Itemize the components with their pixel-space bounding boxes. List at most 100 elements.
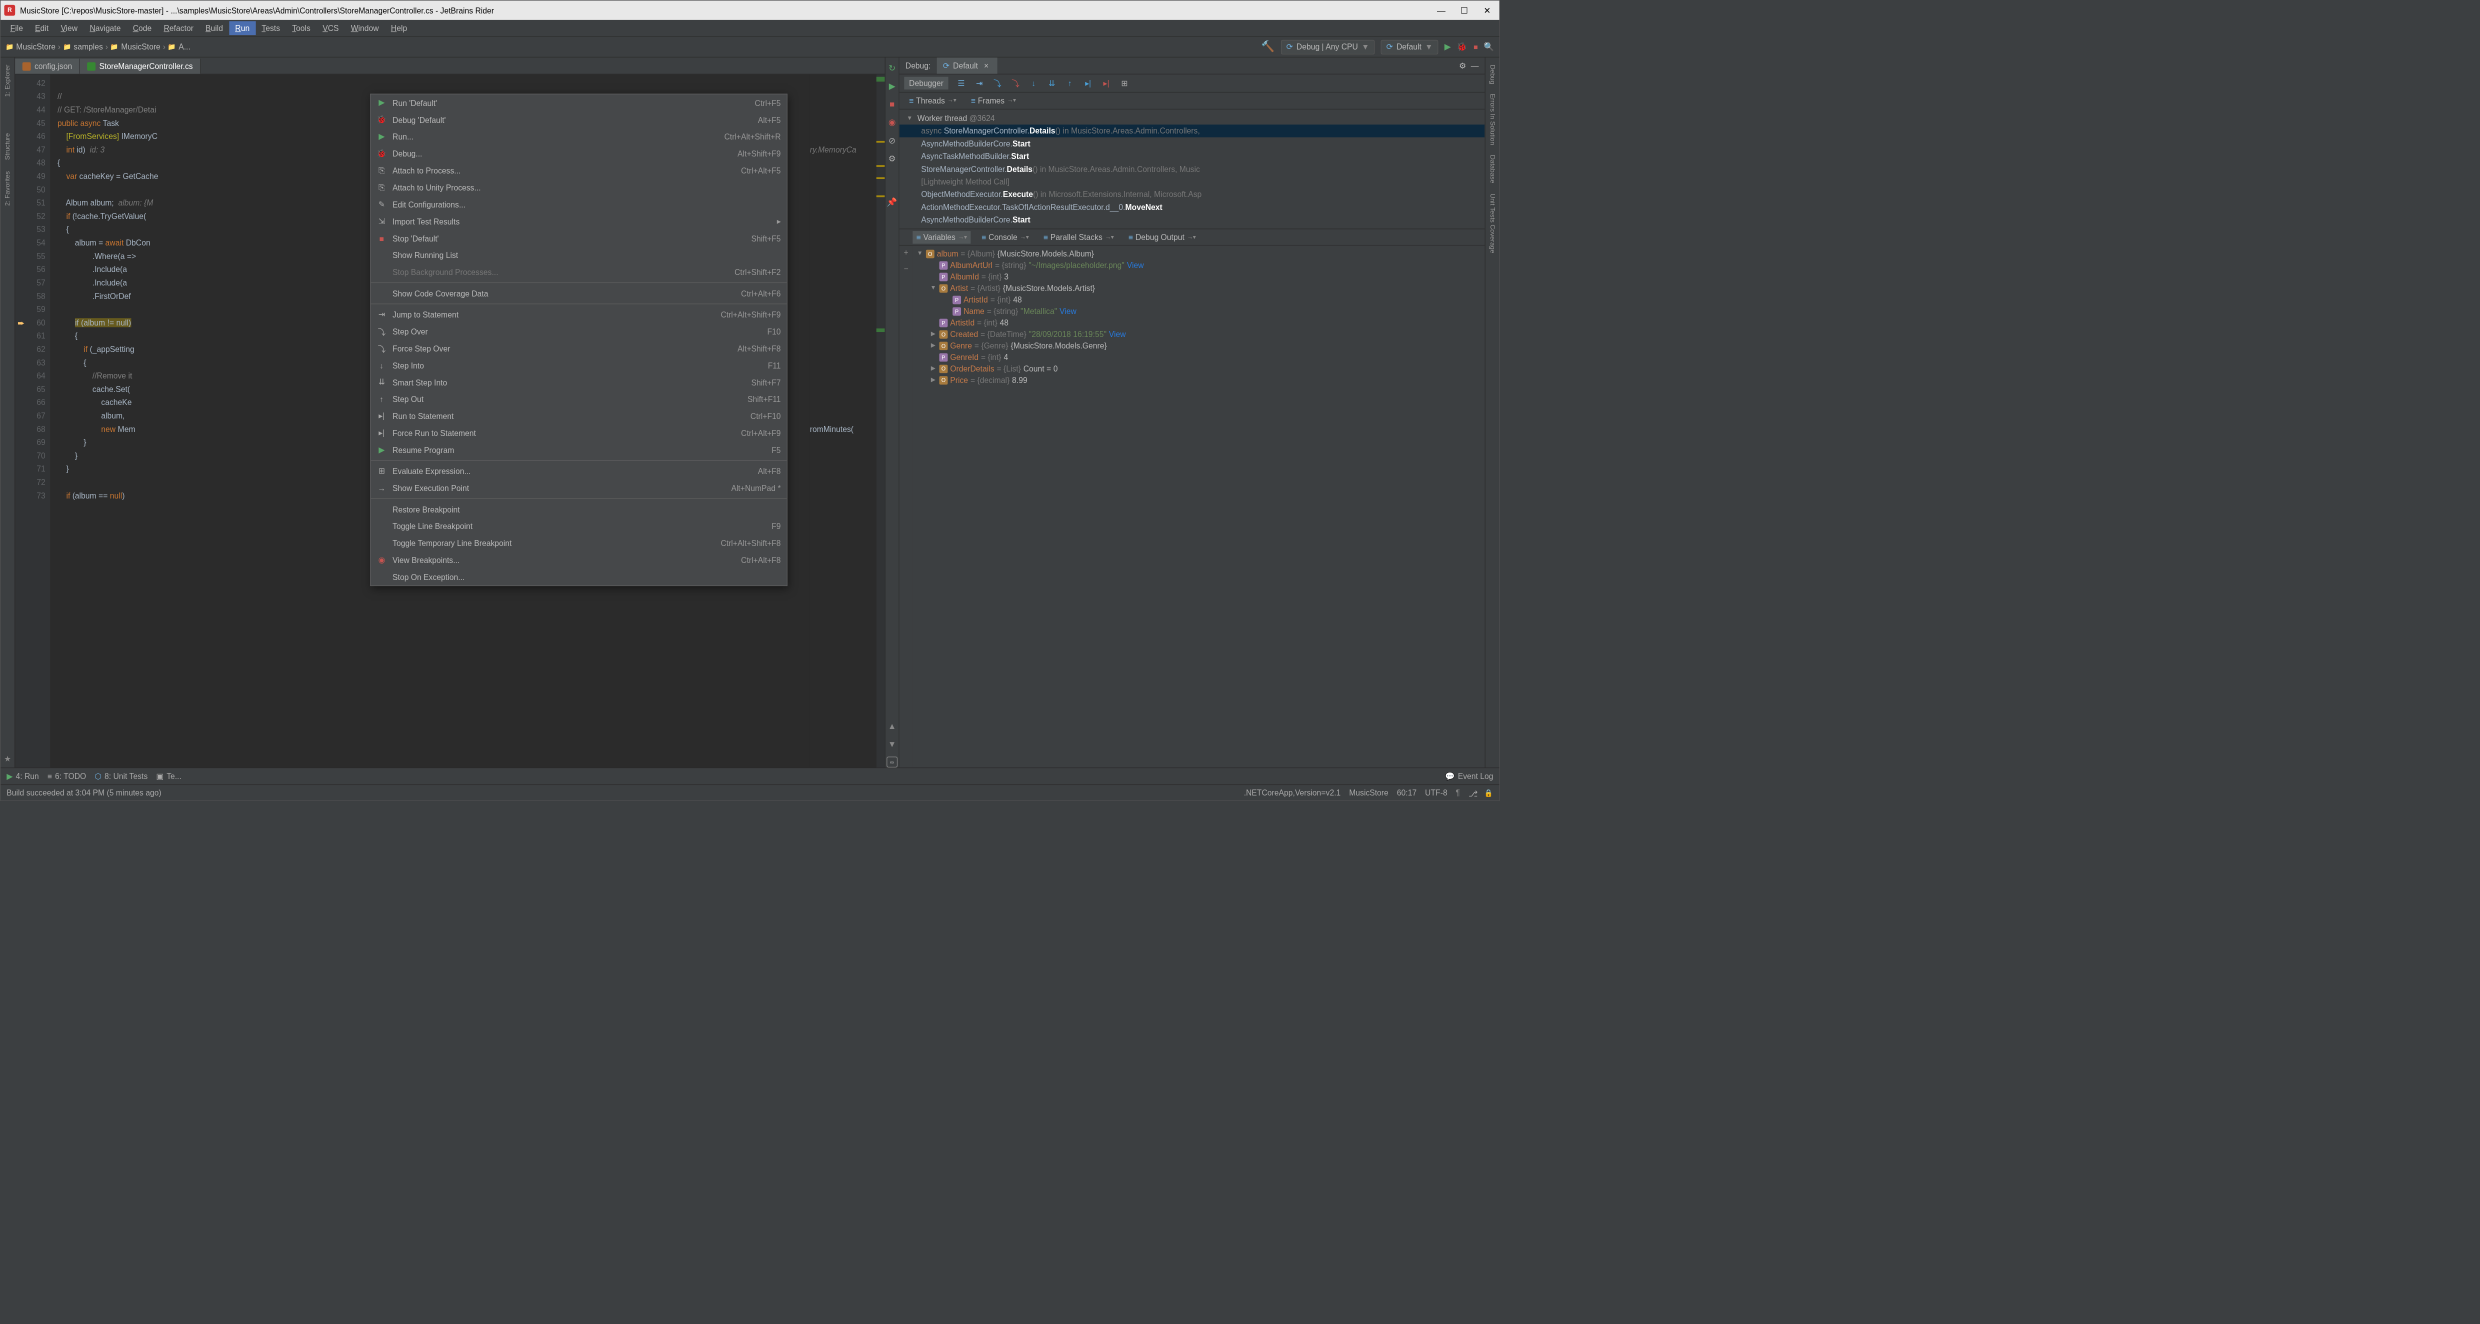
stack-frame[interactable]: async StoreManagerController.Details() i… [899,125,1484,138]
variable-row[interactable]: P AlbumId = {int} 3 [913,271,1485,282]
scroll-map[interactable] [876,74,884,767]
menu-navigate[interactable]: Navigate [84,21,127,35]
smart-step-into-icon[interactable]: ⇊ [1046,78,1057,88]
run-to-cursor-icon[interactable]: ▸| [1083,78,1094,88]
step-over-icon[interactable]: ⤵ [992,78,1003,88]
nav-down-icon[interactable]: ▼ [887,738,898,749]
view-breakpoints-icon[interactable]: ◉ [887,117,898,128]
menu-code[interactable]: Code [127,21,158,35]
run-menu-item[interactable]: 🐞Debug 'Default'Alt+F5 [371,111,787,128]
menu-view[interactable]: View [55,21,84,35]
run-menu-item[interactable]: ▶Resume ProgramF5 [371,442,787,459]
run-menu-item[interactable]: ↓Step IntoF11 [371,357,787,374]
minimize-button[interactable]: — [1436,5,1446,15]
close-tab-icon[interactable]: × [982,60,991,71]
view-link[interactable]: View [1109,330,1126,339]
editor-tab[interactable]: config.json [15,59,80,74]
git-branch-icon[interactable]: ⎇ [1468,789,1475,796]
run-menu-item[interactable]: ⇲Import Test Results▸ [371,213,787,230]
editor-gutter[interactable]: 4243444546474849505152535455565758596061… [15,74,50,767]
terminal-tool-window-button[interactable]: ▣Te... [156,771,181,781]
mute-breakpoints-icon[interactable]: ⊘ [887,135,898,146]
debug-view-tab[interactable]: ≡Console→▾ [978,231,1033,244]
run-tool-window-button[interactable]: ▶4: Run [7,771,39,781]
rerun-icon[interactable]: ↻ [887,62,898,73]
threads-dropdown[interactable]: ≡ Threads →▾ [905,94,960,107]
debug-button[interactable]: 🐞 [1457,42,1468,52]
run-menu-item[interactable]: ▸|Run to StatementCtrl+F10 [371,408,787,425]
run-menu-item[interactable]: ⇥Jump to StatementCtrl+Alt+Shift+F9 [371,306,787,323]
solution-config-dropdown[interactable]: ⟳ Debug | Any CPU ▼ [1281,40,1375,55]
rail-database[interactable]: Database [1488,150,1498,188]
stop-icon[interactable]: ■ [887,99,898,110]
todo-tool-window-button[interactable]: ≡6: TODO [47,772,86,781]
variable-row[interactable]: ▶O Created = {DateTime} "28/09/2018 16:1… [913,328,1485,339]
stack-frame[interactable]: AsyncMethodBuilderCore.Start [899,213,1484,226]
run-menu-item[interactable]: ⎘Attach to Process...Ctrl+Alt+F5 [371,162,787,179]
view-link[interactable]: View [1060,307,1077,316]
debug-settings-icon[interactable]: ⚙ [1459,61,1466,71]
thread-title[interactable]: ▼ Worker thread @3624 [899,112,1484,125]
run-menu-item[interactable]: ⤵Step OverF10 [371,323,787,340]
debug-session-tab[interactable]: ⟳ Default × [937,57,997,73]
rail-favorites[interactable]: 2: Favorites [3,166,13,210]
status-target-framework[interactable]: .NETCoreApp,Version=v2.1 [1244,788,1341,797]
status-encoding[interactable]: UTF-8 [1425,788,1447,797]
infinite-icon[interactable]: ∞ [887,757,898,768]
breadcrumb-item[interactable]: 📁MusicStore [110,42,160,51]
add-watch-icon[interactable]: + [904,248,909,257]
menu-build[interactable]: Build [200,21,230,35]
close-button[interactable]: ✕ [1482,5,1492,15]
stack-frame[interactable]: AsyncTaskMethodBuilder.Start [899,150,1484,163]
pin-icon[interactable]: 📌 [887,197,898,208]
debug-view-tab[interactable]: ≡Debug Output→▾ [1125,231,1200,244]
rail-debug[interactable]: Debug [1488,60,1498,89]
variable-row[interactable]: ▶O Price = {decimal} 8.99 [913,374,1485,385]
run-menu-item[interactable]: ▶Run...Ctrl+Alt+Shift+R [371,128,787,145]
run-menu-item[interactable]: Toggle Line BreakpointF9 [371,518,787,535]
evaluate-icon[interactable]: ⊞ [1119,78,1130,88]
stack-frame[interactable]: ActionMethodExecutor.TaskOfIActionResult… [899,201,1484,214]
readonly-lock-icon[interactable]: 🔒 [1484,788,1493,796]
run-menu-item[interactable]: ⤵Force Step OverAlt+Shift+F8 [371,340,787,357]
run-menu-item[interactable]: Toggle Temporary Line BreakpointCtrl+Alt… [371,535,787,552]
stop-button[interactable]: ■ [1473,43,1477,51]
show-exec-point-icon[interactable]: ⇥ [974,78,985,88]
run-menu-item[interactable]: ⊞Evaluate Expression...Alt+F8 [371,463,787,480]
unit-tests-tool-window-button[interactable]: ⬡8: Unit Tests [95,771,148,781]
build-icon[interactable]: 🔨 [1261,41,1275,54]
run-menu-item[interactable]: ▶Run 'Default'Ctrl+F5 [371,94,787,111]
stack-frame[interactable]: ObjectMethodExecutor.Execute() in Micros… [899,188,1484,201]
maximize-button[interactable]: ☐ [1459,5,1469,15]
run-menu-item[interactable]: ⇊Smart Step IntoShift+F7 [371,374,787,391]
editor-tab[interactable]: StoreManagerController.cs [80,59,201,74]
force-step-over-icon[interactable]: ⤵ [1010,78,1021,88]
rail-structure[interactable]: Structure [3,128,13,165]
variable-row[interactable]: ▶O OrderDetails = {List} Count = 0 [913,363,1485,374]
debug-view-tab[interactable]: ≡Parallel Stacks→▾ [1040,231,1118,244]
menu-tools[interactable]: Tools [286,21,316,35]
variable-row[interactable]: P ArtistId = {int} 48 [913,317,1485,328]
breadcrumb-item[interactable]: 📁MusicStore [5,42,55,51]
stack-frame[interactable]: StoreManagerController.Details() in Musi… [899,163,1484,176]
search-everywhere-icon[interactable]: 🔍 [1484,42,1495,52]
variable-row[interactable]: P GenreId = {int} 4 [913,351,1485,362]
rail-coverage[interactable]: Unit Tests Coverage [1488,188,1498,257]
run-menu-item[interactable]: ■Stop 'Default'Shift+F5 [371,230,787,247]
variable-row[interactable]: P AlbumArtUrl = {string} "~/Images/place… [913,259,1485,270]
variable-row[interactable]: P ArtistId = {int} 48 [913,294,1485,305]
layout-icon[interactable]: ☰ [956,78,967,88]
run-menu-item[interactable]: Show Code Coverage DataCtrl+Alt+F6 [371,285,787,302]
variable-row[interactable]: ▶O Genre = {Genre} {MusicStore.Models.Ge… [913,340,1485,351]
stack-frame[interactable]: AsyncMethodBuilderCore.Start [899,137,1484,150]
event-log-button[interactable]: 💬Event Log [1445,771,1493,781]
run-menu-item[interactable]: ✎Edit Configurations... [371,196,787,213]
remove-watch-icon[interactable]: − [904,264,909,273]
run-button[interactable]: ▶ [1444,42,1451,52]
step-out-icon[interactable]: ↑ [1065,78,1076,88]
run-config-dropdown[interactable]: ⟳ Default ▼ [1381,40,1438,55]
run-menu-item[interactable]: →Show Execution PointAlt+NumPad * [371,480,787,497]
menu-file[interactable]: File [4,21,29,35]
menu-window[interactable]: Window [345,21,385,35]
frames-dropdown[interactable]: ≡ Frames →▾ [967,94,1019,107]
